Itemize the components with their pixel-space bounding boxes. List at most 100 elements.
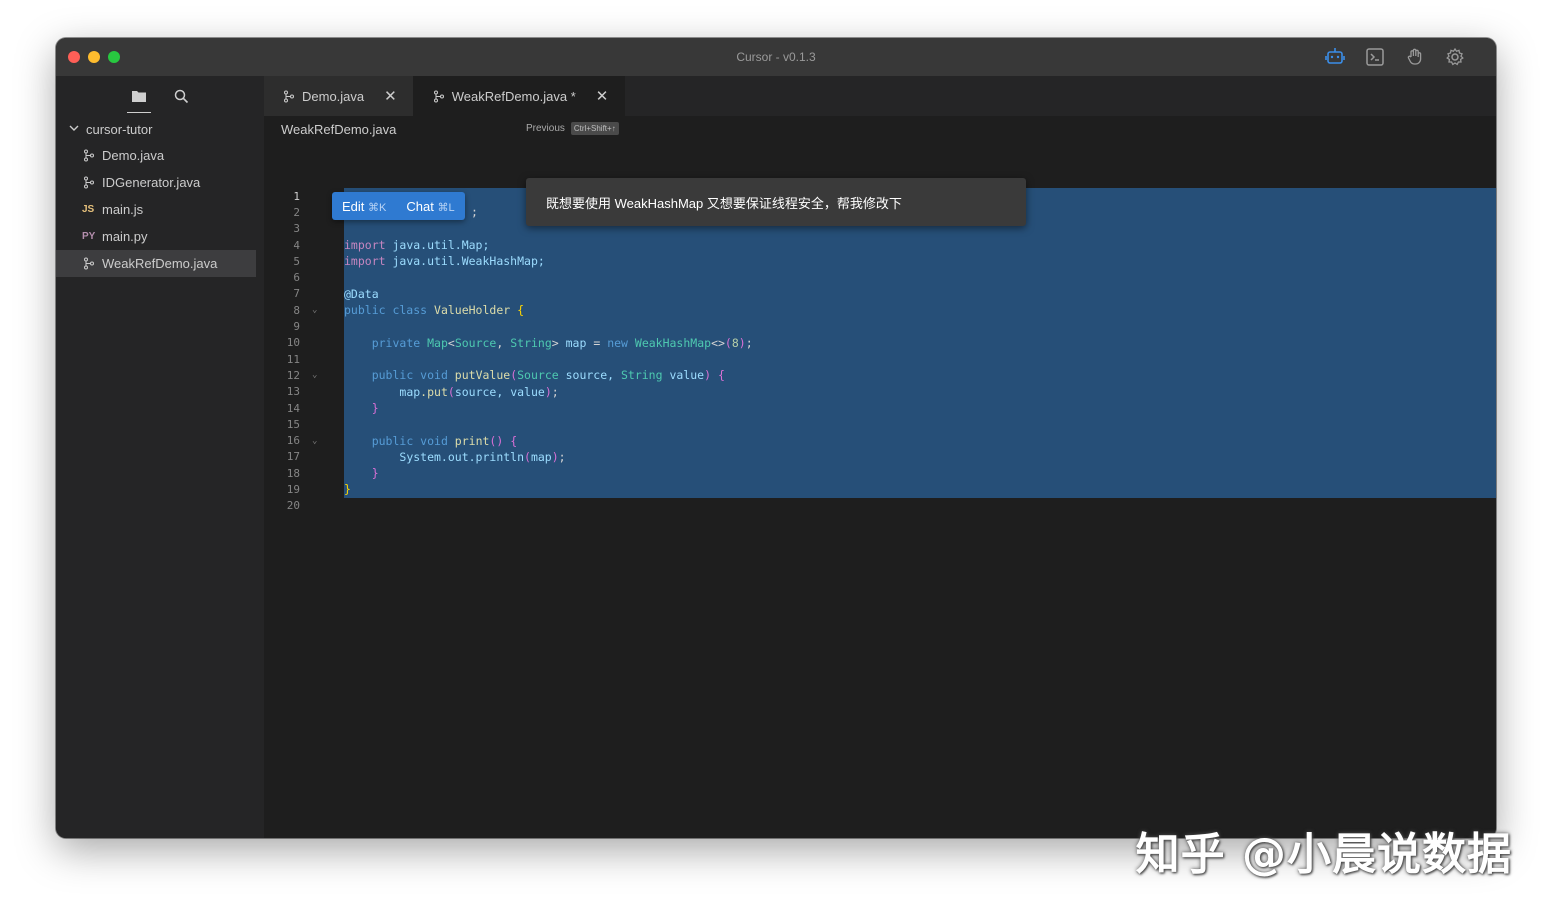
search-icon[interactable] (172, 87, 190, 105)
code-line: 16 ⌄ public void print() { (264, 432, 1496, 449)
file-item-demo-java[interactable]: Demo.java (56, 142, 256, 169)
tab-weakrefdemo-java[interactable]: WeakRefDemo.java * ✕ (413, 76, 626, 116)
fold-chevron-icon[interactable]: ⌄ (300, 436, 344, 446)
line-number: 6 (293, 271, 300, 285)
line-number: 17 (286, 450, 300, 464)
code-text: import java.util.Map; (344, 236, 1496, 254)
code-line: 8 ⌄ public class ValueHolder { (264, 302, 1496, 319)
code-line: 9 (264, 318, 1496, 335)
java-file-icon (282, 90, 296, 103)
fold-chevron-icon[interactable]: ⌄ (300, 305, 344, 315)
file-item-main-js[interactable]: JS main.js (56, 196, 256, 223)
code-text: } (344, 399, 1496, 417)
hand-icon[interactable] (1404, 46, 1426, 68)
fold-chevron-icon[interactable]: ⌄ (300, 370, 344, 380)
title-toolbar (1324, 46, 1466, 68)
line-number: 20 (286, 499, 300, 513)
breadcrumb-file: WeakRefDemo.java (281, 121, 397, 137)
previous-label: Previous (526, 123, 565, 134)
code-text: } (344, 465, 1496, 482)
robot-icon[interactable] (1324, 46, 1346, 68)
code-line: 20 (264, 498, 1496, 514)
line-number: 14 (286, 401, 300, 415)
code-line: 14 } (264, 399, 1496, 417)
code-editor[interactable]: 1 2; 3 4 import java.util.Map; 5 import ja… (264, 188, 1496, 514)
code-text (344, 350, 1496, 368)
folder-root-label: cursor-tutor (86, 121, 153, 137)
prompt-text: 既想要使用 WeakHashMap 又想要保证线程安全，帮我修改下 (546, 195, 902, 211)
code-text: @Data (344, 285, 1496, 303)
line-number: 13 (286, 385, 300, 399)
chevron-down-icon (68, 122, 80, 137)
code-line: 12 ⌄ public void putValue(Source source, … (264, 367, 1496, 384)
code-text: import java.util.WeakHashMap; (344, 253, 1496, 270)
code-text: map .put(source, value); (344, 383, 1496, 400)
folder-icon[interactable] (127, 87, 151, 113)
chat-button[interactable]: Chat ⌘L (406, 199, 454, 214)
sidebar-toolbar (56, 76, 264, 116)
previous-shortcut: Ctrl+Shift+↑ (570, 122, 619, 135)
code-text (344, 269, 1496, 286)
previous-button[interactable]: Previous Ctrl+Shift+↑ (526, 122, 619, 135)
line-number: 8 (293, 303, 300, 317)
tab-demo-java[interactable]: Demo.java ✕ (264, 76, 414, 116)
file-item-weakrefdemo-java[interactable]: WeakRefDemo.java (56, 250, 256, 277)
file-item-main-py[interactable]: PY main.py (56, 223, 256, 250)
code-line: 19} (264, 481, 1496, 498)
code-text: public void putValue(Source source, Stri… (344, 367, 1496, 384)
gear-icon[interactable] (1444, 46, 1466, 68)
line-number: 18 (286, 466, 300, 480)
code-line: 17 System.out.println(map); (264, 448, 1496, 466)
java-file-icon (82, 257, 96, 270)
code-text: private Map < Source, String > map = new We… (344, 334, 1496, 351)
code-text: System.out.println(map); (344, 448, 1496, 466)
line-number: 16 (286, 434, 300, 448)
file-explorer: cursor-tutor Demo.java IDGenerator.java … (56, 76, 264, 838)
file-item-idgenerator-java[interactable]: IDGenerator.java (56, 169, 256, 196)
file-label: Demo.java (102, 148, 165, 163)
code-text: } (344, 481, 1496, 498)
line-number: 12 (286, 368, 300, 382)
terminal-icon[interactable] (1364, 46, 1386, 68)
code-line: 6 (264, 269, 1496, 286)
watermark: 知乎 @小晨说数据 (1135, 829, 1512, 880)
line-number: 15 (286, 417, 300, 431)
line-number: 11 (286, 352, 300, 366)
file-label: main.js (102, 202, 144, 217)
code-text: public void print() { (344, 432, 1496, 449)
app-window: Cursor - v0.1.3 cursor-tutor Demo.java I… (56, 38, 1496, 838)
line-number: 10 (286, 336, 300, 350)
close-icon[interactable]: ✕ (384, 87, 397, 105)
line-number: 1 (293, 189, 300, 203)
line-number: 4 (293, 238, 300, 252)
line-number: 9 (293, 320, 300, 334)
file-label: main.py (102, 229, 148, 244)
java-file-icon (432, 90, 446, 103)
code-line: 11 (264, 350, 1496, 368)
file-label: IDGenerator.java (102, 175, 201, 190)
ai-prompt-box[interactable]: 既想要使用 WeakHashMap 又想要保证线程安全，帮我修改下 (526, 178, 1026, 226)
line-number: 19 (286, 482, 300, 496)
code-line: 18 } (264, 465, 1496, 482)
js-file-icon: JS (82, 204, 95, 215)
line-number: 5 (293, 254, 300, 268)
code-text (344, 416, 1496, 433)
tab-bar: Demo.java ✕ WeakRefDemo.java * ✕ (264, 76, 1496, 116)
title-bar: Cursor - v0.1.3 (56, 38, 1496, 76)
line-number: 3 (293, 222, 300, 236)
code-line: 4 import java.util.Map; (264, 236, 1496, 254)
py-file-icon: PY (82, 231, 96, 242)
tab-label: Demo.java (302, 88, 365, 104)
code-line: 7 @Data (264, 285, 1496, 303)
folder-root[interactable]: cursor-tutor (56, 116, 264, 142)
close-icon[interactable]: ✕ (596, 87, 609, 105)
code-line: 13 map .put(source, value); (264, 383, 1496, 400)
code-text: public class ValueHolder { (344, 302, 1496, 319)
line-number: 2 (293, 205, 300, 219)
edit-button[interactable]: Edit ⌘K (342, 199, 386, 214)
code-line: 15 (264, 416, 1496, 433)
code-text (344, 318, 1496, 335)
code-line: 5 import java.util.WeakHashMap; (264, 253, 1496, 270)
file-label: WeakRefDemo.java (102, 256, 218, 271)
